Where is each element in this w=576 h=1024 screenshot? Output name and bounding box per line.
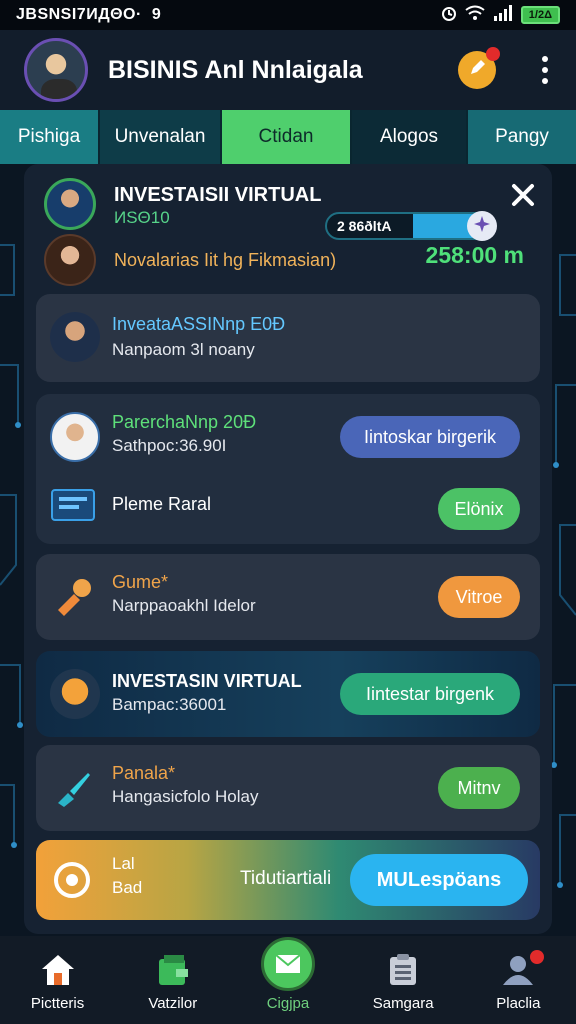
item-title: Pleme Raral [112,494,212,514]
close-icon[interactable] [510,182,536,208]
coin-icon [52,860,92,900]
tab-3-active[interactable]: Ctidan [222,110,352,164]
progress-label: 2 86ðltA [337,218,392,234]
battery-indicator: 1/2Δ [520,6,560,24]
invest-button[interactable]: Iintestar birgenk [340,673,520,715]
cta-button[interactable]: MULespöans [350,854,528,906]
status-bar: JBSNSI7ИДΘО· 9 1/2Δ [0,0,576,30]
avatar[interactable] [24,38,88,102]
clipboard-icon [384,951,422,989]
bottom-nav: Pictteris Vatzilor Cigjpa Samgara Placli… [0,936,576,1024]
item-title: Panala* [112,763,176,783]
panel-amount: 258:00 m [425,242,524,268]
home-icon [39,951,77,989]
mail-icon [260,937,315,991]
avatar [50,312,100,362]
nav-item-wallet[interactable]: Vatzilor [115,936,230,1024]
pencil-icon [467,58,487,83]
panel-description: Novalarias Iit hg Fikmasian) [114,250,337,270]
list-item[interactable]: Gume* Narppaoakhl Idelor Vitroe [36,554,540,640]
avatar [44,178,96,230]
item-subtitle: Nanpaom 3l noany [112,340,255,359]
page-title: BISINIS Anl Nnlaigala [108,55,363,84]
investment-panel: INVESTAISII VIRTUAL ИЅΘ10 Novalarias Iit… [24,164,552,934]
signal-icon [493,4,513,26]
tab-4[interactable]: Alogos [352,110,468,164]
banner-line-2: Bad [112,878,143,897]
action-button[interactable]: Elönix [438,488,520,530]
item-title: InveataASSINnp E0Ð [112,314,286,334]
item-title: Gume* [112,572,169,592]
panel-subtitle: ИЅΘ10 [114,208,170,227]
banner-text: Tidutiartiali [240,868,332,889]
item-title: ParerchaNnp 20Ð [112,412,257,432]
banner-line-1: Lal [112,854,135,873]
avatar [50,669,100,719]
list-item[interactable]: InveataASSINnp E0Ð Nanpaom 3l noany [36,294,540,382]
invest-button[interactable]: Iintoskar birgerik [340,416,520,458]
more-dot-icon [542,78,548,84]
notification-badge [529,950,544,964]
nav-item-home[interactable]: Pictteris [0,936,115,1024]
item-subtitle: Sathpoc:36.90I [112,436,227,455]
avatar [50,412,100,462]
tool-icon [52,574,96,618]
list-item[interactable]: Panala* Hangasicfolo Holay Mitnv [36,745,540,831]
item-subtitle: Narppaoakhl Idelor [112,596,256,615]
tab-5[interactable]: Pangy [468,110,576,164]
list-item[interactable]: INVESTASIN VIRTUAL Bampac:36001 Iintesta… [36,651,540,737]
item-subtitle: Hangasicfolo Holay [112,787,259,806]
alarm-icon [441,5,457,26]
more-dot-icon [542,56,548,62]
tab-2[interactable]: Unvenalan [100,110,222,164]
nav-item-center[interactable]: Cigjpa [230,936,345,1024]
nav-item-list[interactable]: Samgara [346,936,461,1024]
action-button[interactable]: Mitnv [438,767,520,809]
status-text: JBSNSI7ИДΘО· [16,6,142,23]
progress-knob[interactable] [467,211,497,241]
action-button[interactable]: Vitroe [438,576,520,618]
panel-title: INVESTAISII VIRTUAL [114,184,322,206]
notification-badge [486,47,500,61]
item-subtitle: Bampac:36001 [112,695,227,714]
monitor-icon [50,488,96,524]
wallet-icon [154,951,192,989]
item-title: INVESTASIN VIRTUAL [112,671,302,691]
more-menu-button[interactable] [538,52,552,88]
nav-item-profile[interactable]: Placlia [461,936,576,1024]
notification-button[interactable] [458,47,500,89]
brush-icon [52,767,94,809]
wifi-icon [465,5,485,26]
status-badge: 9 [151,6,162,23]
list-item[interactable]: ParerchaNnp 20Ð Sathpoc:36.90I Iintoskar… [36,394,540,544]
promo-banner[interactable]: Lal Bad Tidutiartiali MULespöans [36,840,540,920]
tab-bar: Pishiga Unvenalan Ctidan Alogos Pangy [0,110,576,164]
app-header: BISINIS Anl Nnlaigala [0,30,576,110]
star-icon [473,215,491,238]
tab-1[interactable]: Pishiga [0,110,100,164]
more-dot-icon [542,67,548,73]
avatar [44,234,96,286]
